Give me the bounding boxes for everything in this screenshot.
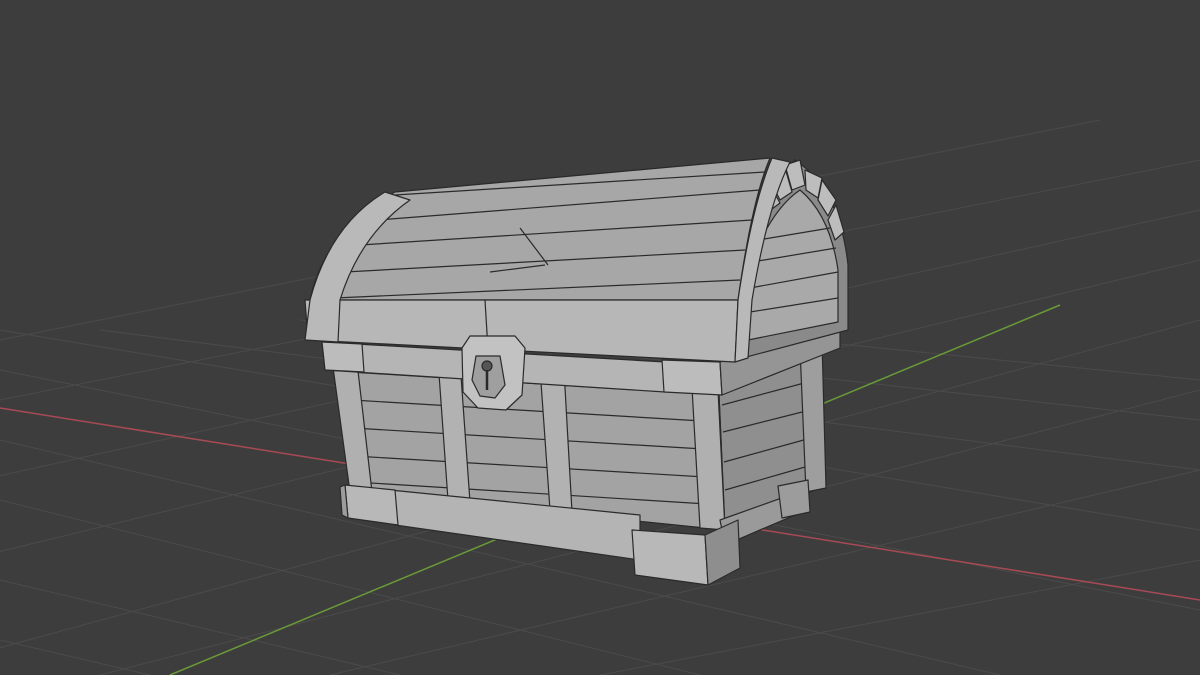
3d-viewport[interactable]: [0, 0, 1200, 675]
chest-top-rim-corner-right: [661, 359, 723, 396]
treasure-chest-model[interactable]: [304, 157, 849, 586]
chest-foot-front-right: [631, 529, 709, 586]
viewport-canvas[interactable]: [0, 0, 1200, 675]
keyhole-icon: [481, 360, 493, 372]
chest-foot-front-left: [344, 484, 399, 526]
chest-foot-back-right: [777, 479, 811, 519]
chest-top-rim-corner-left: [321, 341, 365, 373]
